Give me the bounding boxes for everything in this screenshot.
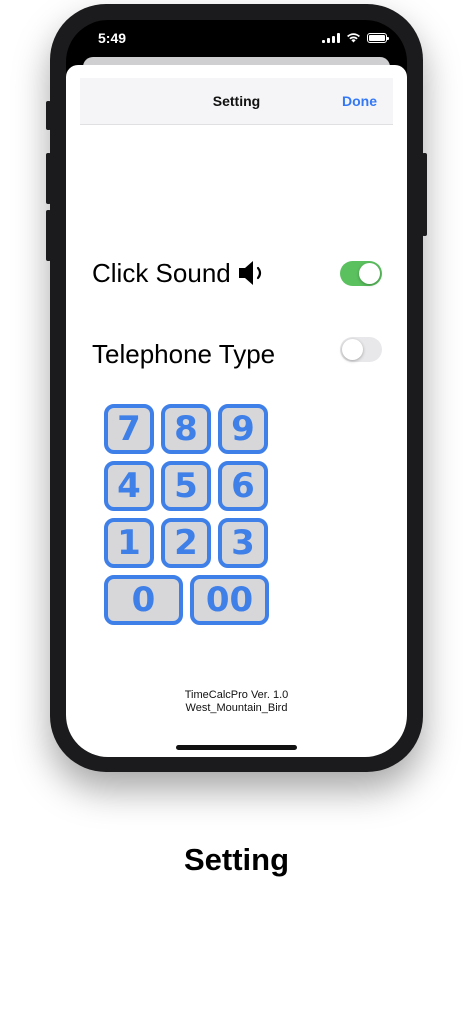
settings-sheet: Setting Done Click Sound Telephone Type … — [66, 65, 407, 757]
status-time: 5:49 — [98, 30, 127, 46]
navigation-bar: Setting Done — [80, 78, 393, 125]
home-indicator[interactable] — [176, 745, 297, 750]
speaker-icon — [238, 261, 261, 285]
keypad-key-8: 8 — [161, 404, 211, 454]
notch — [153, 20, 321, 46]
keypad-key-0: 0 — [104, 575, 183, 625]
wifi-icon — [347, 33, 360, 43]
keypad-key-6: 6 — [218, 461, 268, 511]
battery-icon — [367, 32, 389, 43]
keypad-key-5: 5 — [161, 461, 211, 511]
click-sound-toggle[interactable] — [340, 260, 382, 286]
app-author: West_Mountain_Bird — [185, 702, 288, 714]
telephone-type-row: Telephone Type — [92, 336, 382, 372]
phone-volume-up — [46, 153, 51, 204]
phone-power-button — [422, 153, 427, 236]
keypad-key-00: 00 — [190, 575, 269, 625]
status-icons — [322, 32, 389, 43]
phone-screen: 5:49 Setting Done Click Sound Telephone … — [66, 20, 407, 757]
telephone-type-label: Telephone Type — [92, 338, 276, 369]
keypad-key-3: 3 — [218, 518, 268, 568]
keypad-key-4: 4 — [104, 461, 154, 511]
keypad-key-9: 9 — [218, 404, 268, 454]
screenshot-caption: Setting — [183, 842, 290, 877]
app-info: TimeCalcPro Ver. 1.0 West_Mountain_Bird — [66, 689, 407, 715]
telephone-type-toggle[interactable] — [340, 336, 382, 362]
click-sound-label-group: Click Sound — [92, 258, 265, 289]
keypad-key-2: 2 — [161, 518, 211, 568]
click-sound-row: Click Sound — [92, 255, 382, 291]
cellular-signal-icon — [322, 32, 340, 43]
app-version: TimeCalcPro Ver. 1.0 — [184, 689, 289, 701]
done-button[interactable]: Done — [342, 78, 377, 124]
keypad-key-7: 7 — [104, 404, 154, 454]
keypad-preview: 7 8 9 4 5 6 1 2 3 0 00 — [104, 404, 274, 629]
phone-silent-switch — [46, 101, 51, 130]
keypad-key-1: 1 — [104, 518, 154, 568]
click-sound-label: Click Sound — [92, 257, 231, 288]
phone-volume-down — [46, 210, 51, 261]
